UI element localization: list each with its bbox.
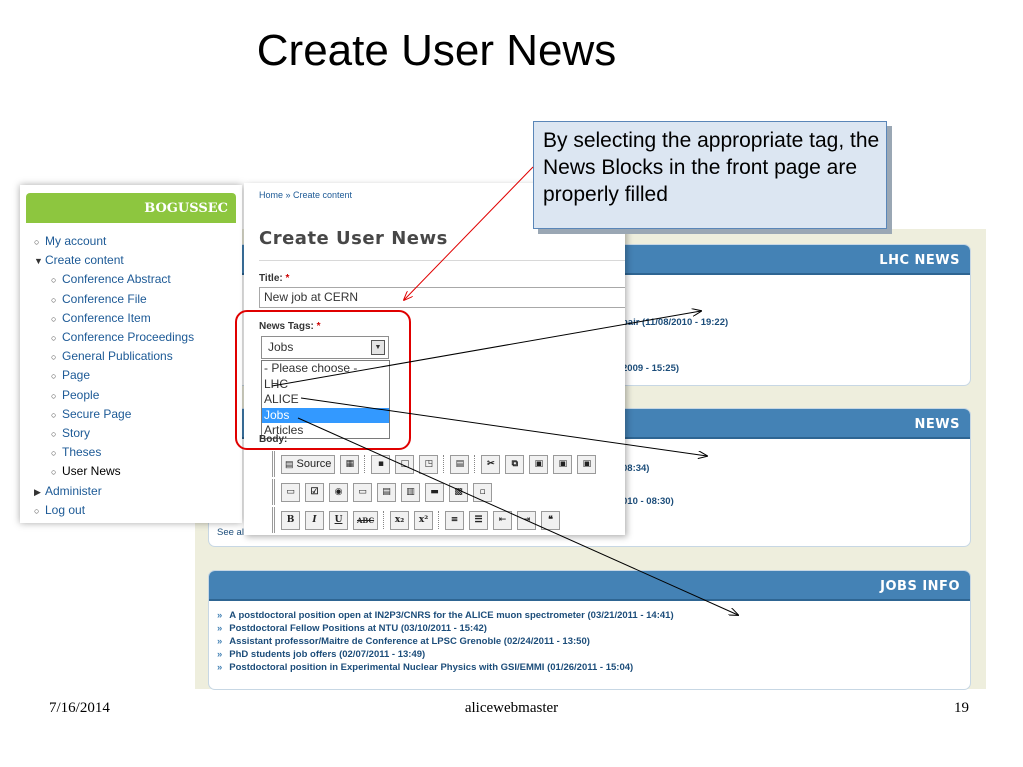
callout-arrow xyxy=(404,166,534,300)
jobs-arrow xyxy=(297,417,738,615)
annotation-arrows xyxy=(271,166,1023,767)
slide-page-number: 19 xyxy=(954,700,969,716)
alice-arrow xyxy=(300,397,707,456)
lhc-arrow xyxy=(271,311,701,387)
slide-author: alicewebmaster xyxy=(464,700,559,716)
